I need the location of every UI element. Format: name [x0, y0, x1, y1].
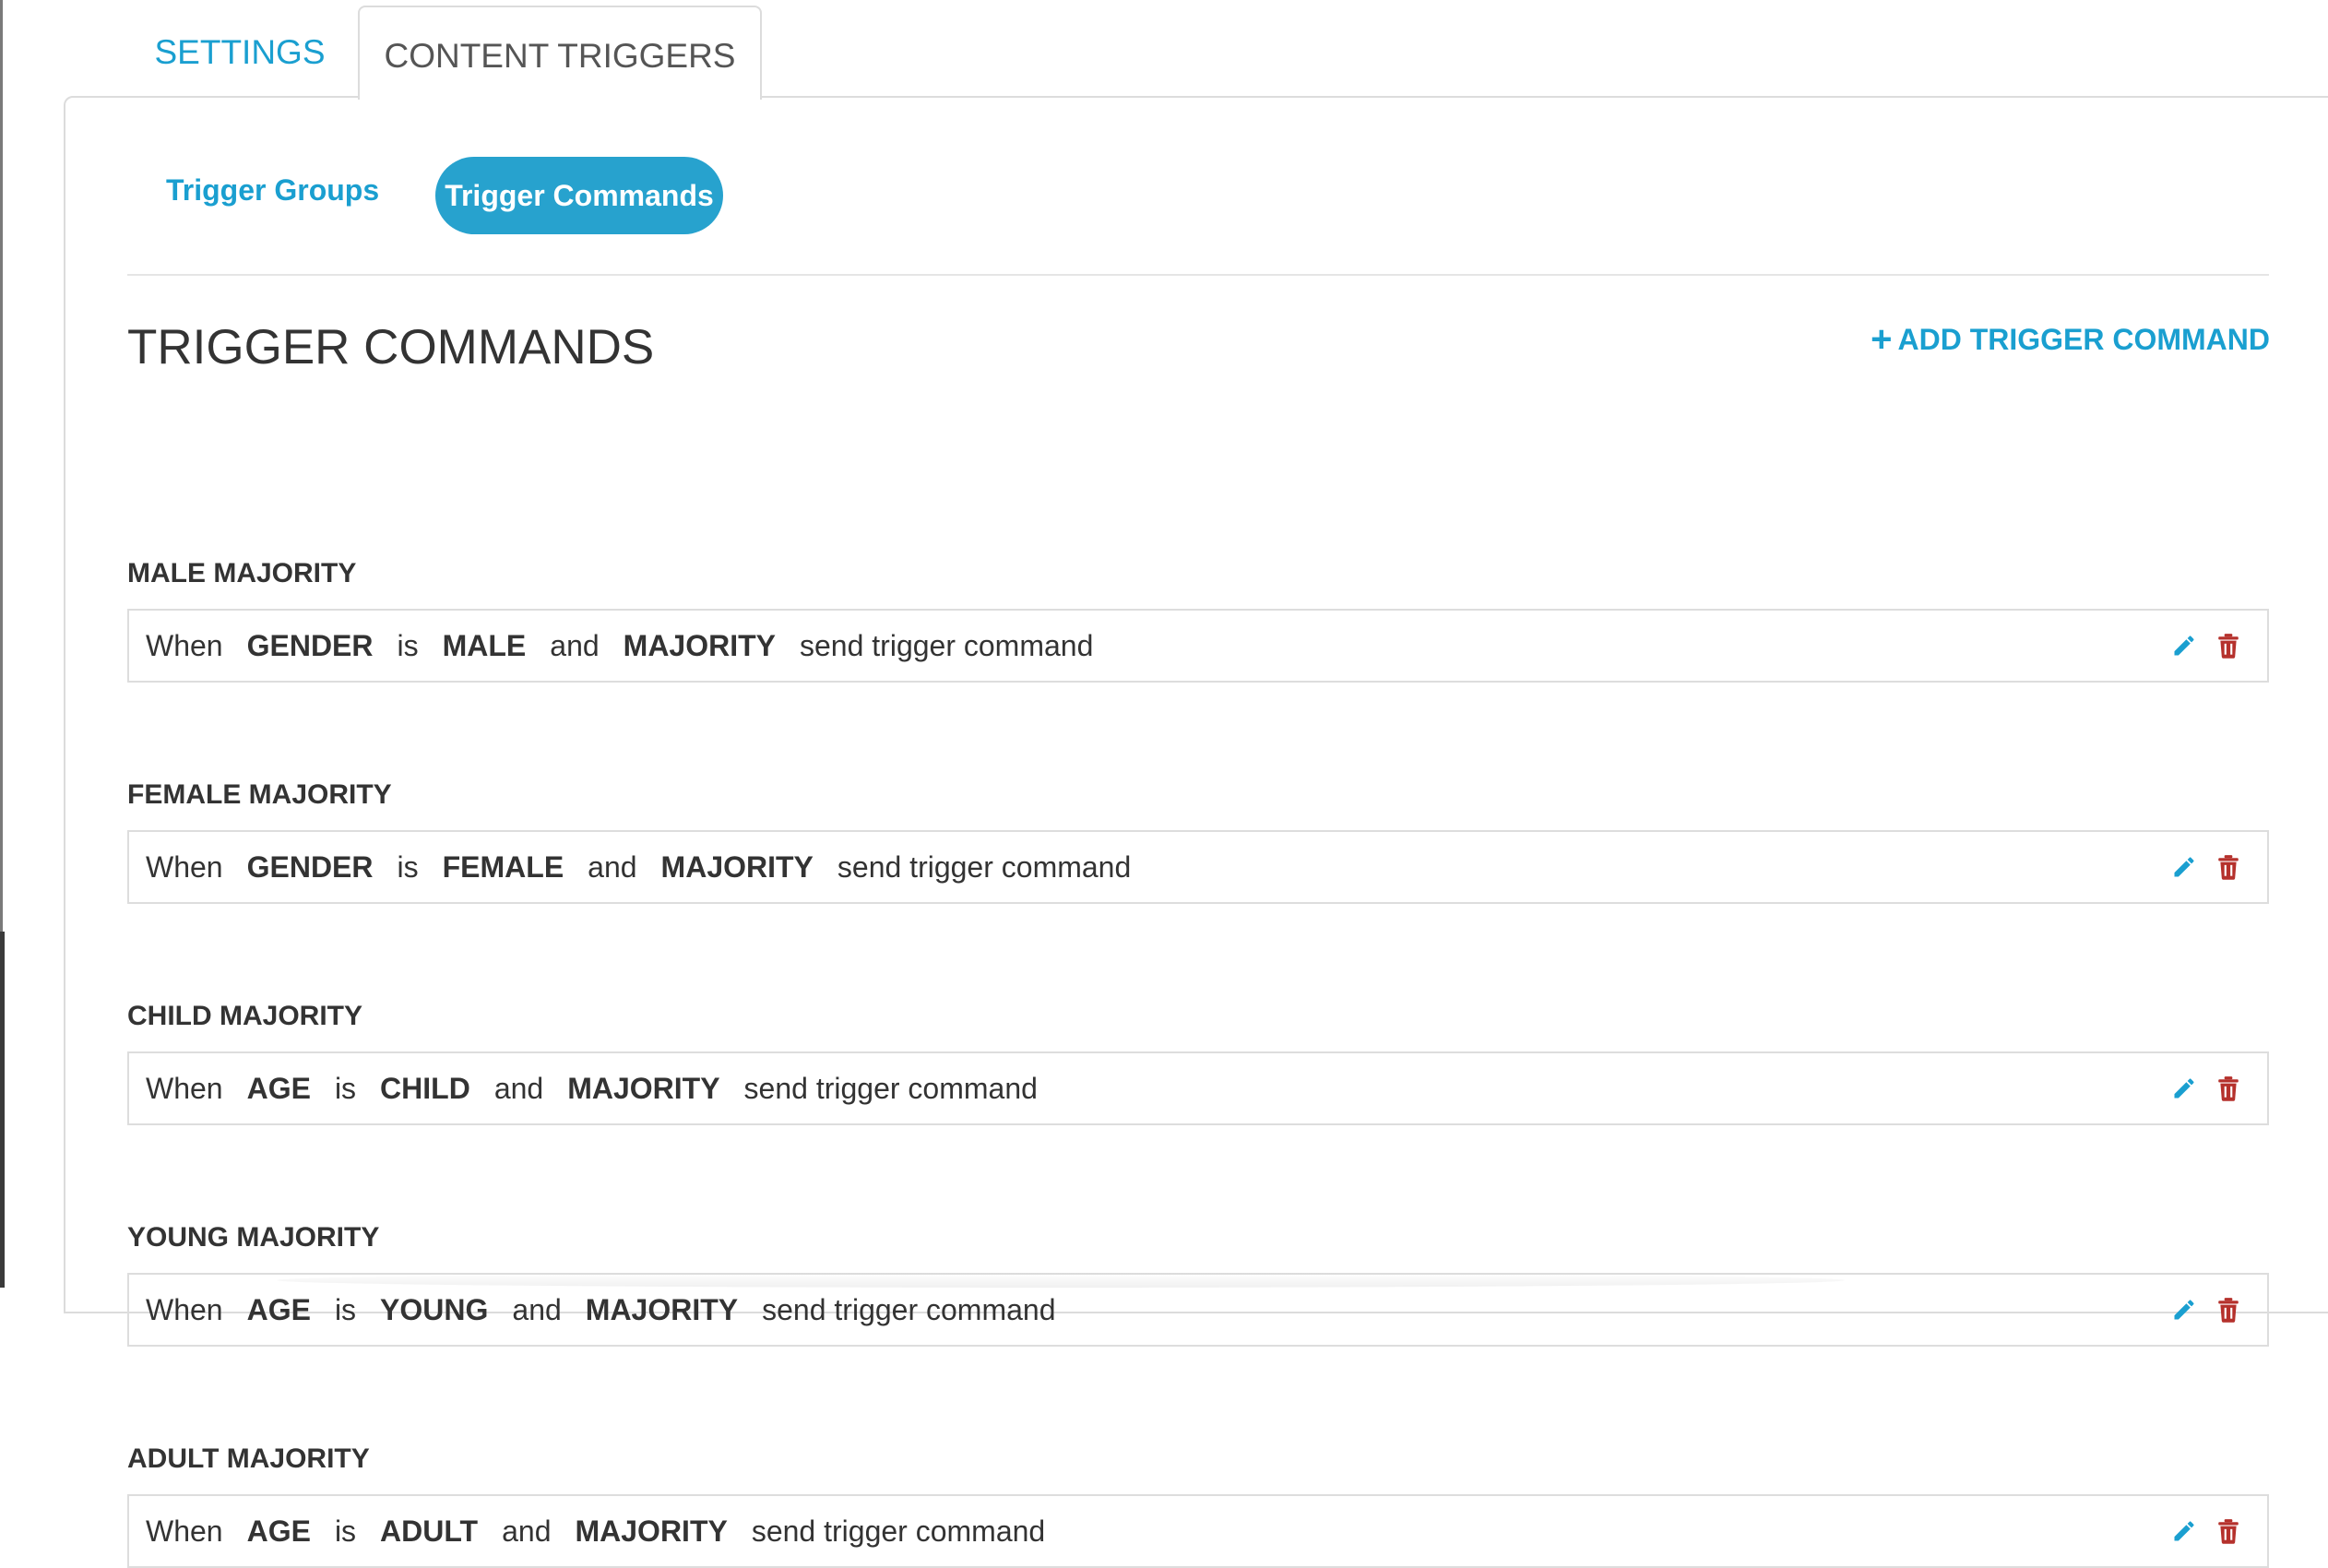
- rule-action-text: send trigger command: [837, 849, 1132, 884]
- rule-condition: MAJORITY: [575, 1514, 728, 1548]
- trash-icon-svg: [2218, 634, 2239, 659]
- rule-field: GENDER: [246, 849, 374, 884]
- pencil-icon-svg: [2174, 1300, 2194, 1320]
- trash-icon[interactable]: [2210, 849, 2247, 885]
- trigger-section: ADULT MAJORITY When AGE is ADULT and MAJORITY s…: [127, 1441, 2269, 1568]
- rule-is-text: is: [397, 849, 419, 884]
- trash-icon-svg: [2218, 1076, 2239, 1101]
- rule-action-text: send trigger command: [762, 1292, 1056, 1326]
- rule-when-text: When: [146, 849, 223, 884]
- trigger-rule-row: When GENDER is FEMALE and MAJORITY send trigge…: [127, 830, 2269, 904]
- rule-field: GENDER: [246, 628, 374, 662]
- pencil-icon[interactable]: [2166, 627, 2203, 664]
- rule-value: ADULT: [380, 1514, 479, 1548]
- pencil-icon[interactable]: [2166, 1513, 2203, 1550]
- add-trigger-command-button[interactable]: + ADD TRIGGER COMMAND: [1871, 321, 2270, 358]
- trigger-rule-row: When GENDER is MALE and MAJORITY send trigger …: [127, 609, 2269, 683]
- rule-field: AGE: [246, 1071, 311, 1105]
- rule-value: FEMALE: [442, 849, 564, 884]
- rule-and-text: and: [493, 1071, 544, 1105]
- rule-value: MALE: [442, 628, 527, 662]
- tab-content-triggers[interactable]: CONTENT TRIGGERS: [358, 6, 762, 100]
- tab-settings[interactable]: SETTINGS: [142, 31, 338, 72]
- subtab-trigger-commands[interactable]: Trigger Commands: [435, 157, 723, 234]
- trigger-section: CHILD MAJORITY When AGE is CHILD and MAJORITY s…: [127, 998, 2269, 1125]
- trigger-rule-row: When AGE is ADULT and MAJORITY send trigger co…: [127, 1494, 2269, 1568]
- rule-and-text: and: [502, 1514, 552, 1548]
- window-left-edge-lower: [0, 932, 5, 1288]
- trigger-section: MALE MAJORITY When GENDER is MALE and MAJORITY…: [127, 555, 2269, 683]
- rule-action-text: send trigger command: [751, 1514, 1046, 1548]
- pencil-icon-svg: [2174, 857, 2194, 877]
- rule-when-text: When: [146, 1071, 223, 1105]
- rule-when-text: When: [146, 1292, 223, 1326]
- trigger-rule-row: When AGE is CHILD and MAJORITY send trigger co…: [127, 1051, 2269, 1125]
- rule-condition: MAJORITY: [567, 1071, 720, 1105]
- pencil-icon-svg: [2174, 1521, 2194, 1541]
- pencil-icon-svg: [2174, 1078, 2194, 1099]
- rule-is-text: is: [334, 1071, 357, 1105]
- plus-icon: +: [1871, 319, 1893, 360]
- trigger-title: FEMALE MAJORITY: [127, 779, 392, 810]
- trigger-title: MALE MAJORITY: [127, 558, 357, 588]
- rule-condition: MAJORITY: [585, 1292, 739, 1326]
- rule-and-text: and: [512, 1292, 562, 1326]
- rule-and-text: and: [550, 628, 600, 662]
- trash-icon[interactable]: [2210, 627, 2247, 664]
- subtab-trigger-groups[interactable]: Trigger Groups: [166, 173, 379, 208]
- trigger-title: CHILD MAJORITY: [127, 1001, 362, 1031]
- page-title: TRIGGER COMMANDS: [127, 320, 655, 374]
- rule-action-text: send trigger command: [800, 628, 1094, 662]
- trash-icon[interactable]: [2210, 1070, 2247, 1107]
- rule-is-text: is: [334, 1514, 357, 1548]
- rule-condition: MAJORITY: [660, 849, 814, 884]
- trash-icon-svg: [2218, 1298, 2239, 1323]
- trigger-section: FEMALE MAJORITY When GENDER is FEMALE and MAJO…: [127, 777, 2269, 904]
- rule-is-text: is: [397, 628, 419, 662]
- rule-condition: MAJORITY: [623, 628, 776, 662]
- divider: [127, 274, 2269, 276]
- rule-action-text: send trigger command: [743, 1071, 1038, 1105]
- rule-value: CHILD: [380, 1071, 470, 1105]
- rule-field: AGE: [246, 1514, 311, 1548]
- pencil-icon[interactable]: [2166, 1070, 2203, 1107]
- trash-icon[interactable]: [2210, 1513, 2247, 1550]
- bottom-shadow: [277, 1273, 1845, 1288]
- content-triggers-panel: [64, 96, 2328, 1313]
- rule-when-text: When: [146, 628, 223, 662]
- rule-is-text: is: [334, 1292, 357, 1326]
- pencil-icon[interactable]: [2166, 849, 2203, 885]
- trash-icon-svg: [2218, 855, 2239, 880]
- trash-icon-svg: [2218, 1519, 2239, 1544]
- rule-value: YOUNG: [380, 1292, 489, 1326]
- trigger-title: ADULT MAJORITY: [127, 1443, 370, 1474]
- pencil-icon-svg: [2174, 636, 2194, 656]
- rule-when-text: When: [146, 1514, 223, 1548]
- pencil-icon[interactable]: [2166, 1291, 2203, 1328]
- trigger-title: YOUNG MAJORITY: [127, 1222, 380, 1253]
- rule-and-text: and: [588, 849, 637, 884]
- trash-icon[interactable]: [2210, 1291, 2247, 1328]
- add-trigger-command-label: ADD TRIGGER COMMAND: [1897, 322, 2270, 356]
- rule-field: AGE: [246, 1292, 311, 1326]
